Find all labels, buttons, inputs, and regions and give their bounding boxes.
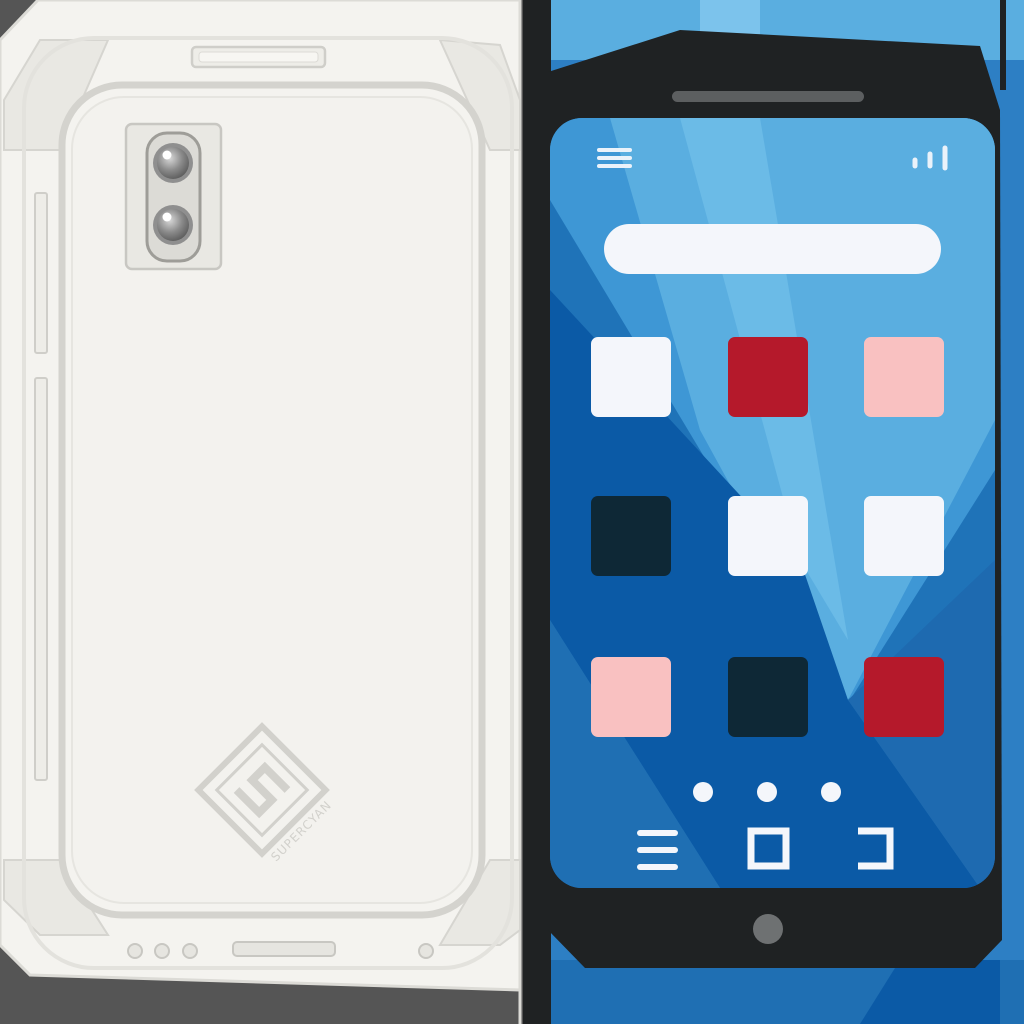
charging-port	[232, 941, 336, 957]
app-icon[interactable]	[728, 337, 808, 417]
page-indicator-dot[interactable]	[821, 782, 841, 802]
mic-hole	[154, 943, 170, 959]
app-icon[interactable]	[728, 496, 808, 576]
mic-hole	[182, 943, 198, 959]
camera-lens-icon	[153, 205, 193, 245]
earpiece-speaker	[672, 91, 864, 102]
app-icon[interactable]	[864, 337, 944, 417]
phone-back: SUPERCYAN	[0, 0, 522, 1024]
app-grid	[591, 337, 944, 737]
scene: SUPERCYAN	[0, 0, 1024, 1024]
app-icon[interactable]	[728, 657, 808, 737]
app-icon[interactable]	[864, 657, 944, 737]
search-bar[interactable]	[604, 224, 941, 274]
app-icon[interactable]	[591, 657, 671, 737]
page-indicator-dot[interactable]	[757, 782, 777, 802]
camera-module	[124, 122, 223, 271]
side-button-top	[34, 192, 48, 354]
camera-lens-icon	[153, 143, 193, 183]
app-icon[interactable]	[591, 337, 671, 417]
app-icon[interactable]	[864, 496, 944, 576]
divider	[523, 0, 551, 1024]
home-button[interactable]	[753, 914, 783, 944]
side-button-bottom	[34, 377, 48, 781]
app-icon[interactable]	[591, 496, 671, 576]
page-indicator-dot[interactable]	[693, 782, 713, 802]
mic-hole	[418, 943, 434, 959]
mic-hole	[127, 943, 143, 959]
phone-front	[548, 30, 1002, 968]
